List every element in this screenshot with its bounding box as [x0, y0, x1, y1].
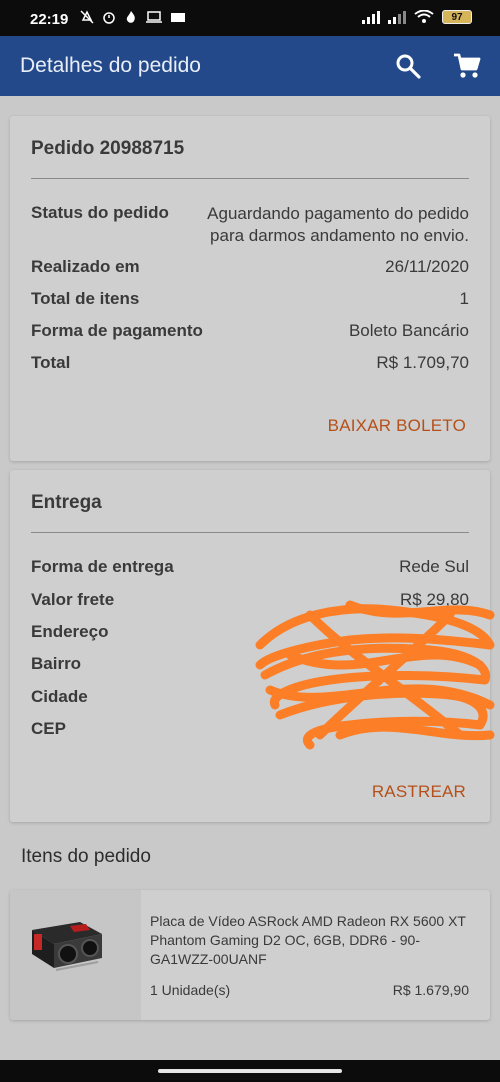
zip-code-label: CEP	[31, 719, 66, 738]
track-button[interactable]: RASTREAR	[372, 782, 466, 802]
battery-level: 97	[451, 11, 463, 23]
total-items-label: Total de itens	[31, 289, 140, 308]
flame-icon	[126, 11, 135, 23]
product-name: Placa de Vídeo ASRock AMD Radeon RX 5600…	[150, 913, 466, 967]
signal-icon	[362, 11, 380, 24]
shipping-cost-label: Valor frete	[31, 590, 115, 609]
graphics-card-image	[32, 922, 102, 971]
neighborhood-label: Bairro	[31, 654, 82, 673]
divider	[31, 178, 469, 179]
order-date-label: Realizado em	[31, 257, 140, 276]
battery-indicator: 97	[442, 10, 472, 24]
order-status-label: Status do pedido	[31, 203, 169, 222]
delivery-title: Entrega	[31, 492, 102, 513]
search-icon[interactable]	[394, 52, 422, 80]
order-total-label: Total	[31, 353, 71, 372]
wifi-icon	[414, 10, 434, 23]
page-title: Detalhes do pedido	[20, 54, 201, 77]
divider	[31, 532, 469, 533]
order-total-value: R$ 1.709,70	[376, 353, 469, 372]
status-bar: 22:19 97	[0, 0, 500, 36]
order-details-card: Pedido 20988715 Status do pedido Aguarda…	[10, 116, 490, 461]
cart-icon[interactable]	[452, 51, 482, 81]
home-gesture-handle[interactable]	[158, 1069, 342, 1073]
product-price: R$ 1.679,90	[392, 982, 469, 998]
signal-2-icon	[388, 11, 406, 24]
payment-method-value: Boleto Bancário	[348, 321, 469, 340]
status-time: 22:19	[30, 11, 69, 28]
status-right: 97	[362, 10, 472, 24]
download-boleto-button[interactable]: BAIXAR BOLETO	[328, 416, 466, 436]
product-quantity: 1 Unidade(s)	[150, 982, 231, 998]
total-items-value: 1	[459, 289, 469, 308]
alarm-icon	[103, 12, 115, 24]
mute-icon	[80, 10, 94, 24]
order-date-value: 26/11/2020	[385, 257, 469, 276]
redaction-scribble	[255, 600, 495, 750]
order-items-title: Itens do pedido	[21, 846, 151, 867]
list-item[interactable]: Placa de Vídeo ASRock AMD Radeon RX 5600…	[10, 890, 490, 1020]
notification-icons	[80, 10, 186, 24]
city-label: Cidade	[31, 687, 88, 706]
laptop-icon	[146, 11, 162, 23]
address-label: Endereço	[31, 622, 109, 641]
navigation-bar	[0, 1060, 500, 1082]
vpn-icon	[171, 13, 185, 22]
product-image	[10, 890, 141, 1020]
order-number: Pedido 20988715	[31, 138, 185, 159]
payment-method-label: Forma de pagamento	[31, 321, 203, 340]
app-bar: Detalhes do pedido	[0, 36, 500, 96]
order-status-value: Aguardando pagamento do pedido para darm…	[207, 204, 469, 245]
delivery-method-value: Rede Sul	[399, 557, 469, 576]
delivery-method-label: Forma de entrega	[31, 557, 174, 576]
